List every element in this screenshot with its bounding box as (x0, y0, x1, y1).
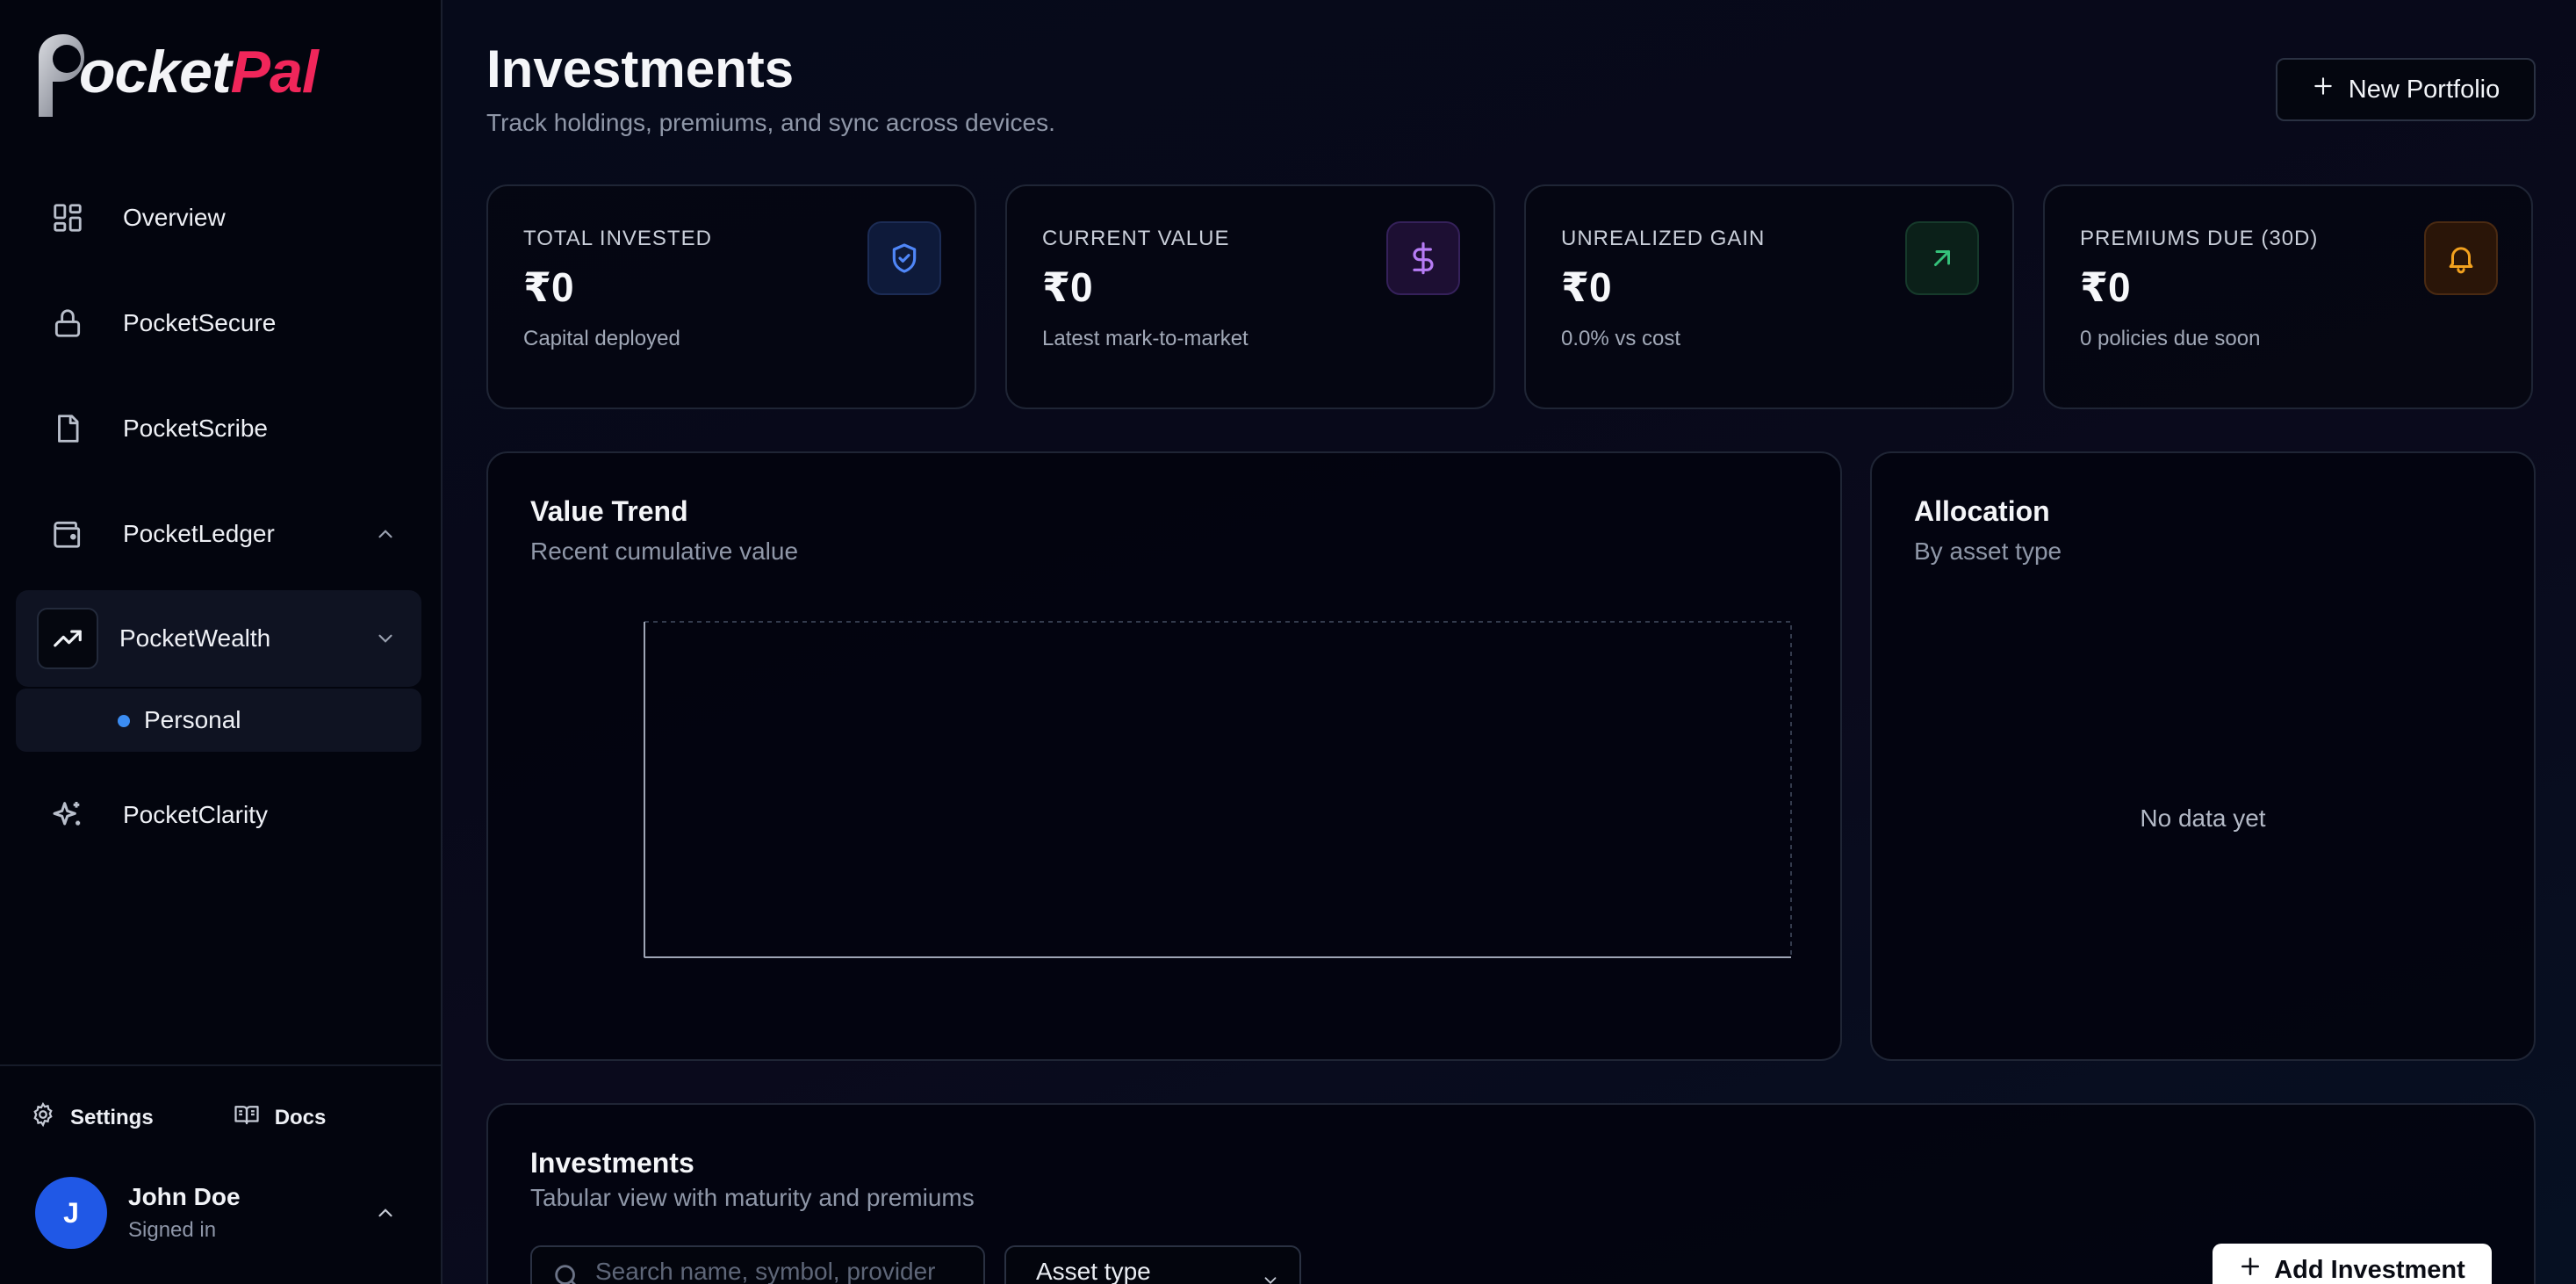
investments-panel: Investments Tabular view with maturity a… (486, 1103, 2536, 1284)
trending-up-icon (37, 608, 98, 669)
panel-subtitle: By asset type (1914, 537, 2062, 565)
stat-value: ₹0 (1561, 264, 1612, 310)
shield-check-icon (867, 221, 941, 295)
new-portfolio-button[interactable]: New Portfolio (2276, 58, 2536, 121)
active-dot (118, 715, 130, 727)
logo-mark-icon (32, 32, 84, 117)
stat-label: PREMIUMS DUE (30D) (2080, 227, 2319, 250)
sidebar-item-label: PocketSecure (123, 309, 277, 336)
sidebar: ocketPal Overview PocketSecure PocketScr… (0, 0, 443, 1284)
dollar-icon (1386, 221, 1460, 295)
avatar: J (35, 1177, 107, 1249)
add-investment-label: Add Investment (2274, 1255, 2465, 1284)
logo-text: ocketPal (79, 39, 319, 105)
settings-link[interactable]: Settings (30, 1101, 154, 1134)
search-input[interactable] (530, 1245, 985, 1284)
sidebar-item-overview[interactable]: Overview (16, 169, 421, 267)
value-trend-chart (644, 621, 1792, 958)
panel-subtitle: Tabular view with maturity and premiums (530, 1184, 975, 1211)
stat-label: TOTAL INVESTED (523, 227, 712, 250)
sidebar-item-pocketclarity[interactable]: PocketClarity (16, 766, 421, 864)
sidebar-item-label: PocketScribe (123, 415, 268, 442)
panel-title: Allocation (1914, 495, 2050, 527)
new-portfolio-label: New Portfolio (2348, 75, 2500, 104)
stat-card-current-value: CURRENT VALUE ₹0 Latest mark-to-market (1005, 184, 1495, 409)
search-icon (551, 1261, 581, 1284)
sidebar-subitem-label: Personal (144, 706, 241, 733)
sidebar-item-pocketscribe[interactable]: PocketScribe (16, 379, 421, 478)
stat-value: ₹0 (1042, 264, 1093, 310)
chart-plot-area (644, 621, 1792, 958)
plus-icon (2312, 75, 2335, 105)
chevron-up-icon[interactable] (374, 1201, 397, 1224)
page-title: Investments (486, 40, 795, 98)
sidebar-nav: Overview PocketSecure PocketScribe Pocke… (16, 169, 421, 871)
sidebar-item-pocketledger[interactable]: PocketLedger (16, 485, 421, 583)
sidebar-item-label: PocketWealth (119, 624, 271, 652)
file-icon (49, 410, 86, 447)
sidebar-item-pocketwealth[interactable]: PocketWealth (16, 590, 421, 687)
sidebar-footer: Settings Docs J John Doe Signed in (0, 1064, 441, 1284)
asset-type-label: Asset type (1036, 1258, 1151, 1284)
chevron-down-icon (1261, 1268, 1280, 1284)
value-trend-panel: Value Trend Recent cumulative value (486, 451, 1842, 1061)
add-investment-button[interactable]: Add Investment (2213, 1244, 2492, 1284)
sidebar-item-label: PocketLedger (123, 520, 275, 547)
sidebar-subitem-personal[interactable]: Personal (16, 689, 421, 752)
plus-icon (2239, 1255, 2262, 1284)
stat-card-premiums-due: PREMIUMS DUE (30D) ₹0 0 policies due soo… (2043, 184, 2533, 409)
app-logo[interactable]: ocketPal (32, 28, 319, 117)
docs-label: Docs (274, 1105, 327, 1129)
stat-detail: 0 policies due soon (2080, 327, 2261, 350)
chevron-up-icon[interactable] (374, 523, 397, 545)
stat-label: CURRENT VALUE (1042, 227, 1230, 250)
gear-icon (30, 1101, 56, 1134)
arrow-up-right-icon (1905, 221, 1979, 295)
stat-value: ₹0 (523, 264, 574, 310)
empty-state-text: No data yet (2140, 804, 2266, 832)
stat-detail: Capital deployed (523, 327, 680, 350)
sidebar-item-pocketsecure[interactable]: PocketSecure (16, 274, 421, 372)
docs-link[interactable]: Docs (233, 1101, 327, 1134)
user-status: Signed in (128, 1218, 217, 1242)
sidebar-item-label: PocketClarity (123, 801, 268, 828)
chevron-down-icon[interactable] (374, 627, 397, 650)
bell-icon (2424, 221, 2498, 295)
sparkles-icon (49, 797, 86, 833)
stat-card-total-invested: TOTAL INVESTED ₹0 Capital deployed (486, 184, 976, 409)
stat-label: UNREALIZED GAIN (1561, 227, 1766, 250)
main-content: Investments Track holdings, premiums, an… (443, 0, 2576, 1284)
grid-icon (49, 199, 86, 236)
asset-type-select[interactable]: Asset type (1004, 1245, 1301, 1284)
allocation-panel: Allocation By asset type No data yet (1870, 451, 2536, 1061)
sidebar-item-label: Overview (123, 204, 226, 231)
panel-title: Investments (530, 1147, 694, 1179)
user-profile[interactable]: J John Doe Signed in (35, 1177, 241, 1249)
stat-value: ₹0 (2080, 264, 2131, 310)
stat-detail: 0.0% vs cost (1561, 327, 1681, 350)
wallet-icon (49, 516, 86, 552)
stat-detail: Latest mark-to-market (1042, 327, 1248, 350)
settings-label: Settings (70, 1105, 154, 1129)
user-name: John Doe (128, 1183, 241, 1210)
stat-card-unrealized-gain: UNREALIZED GAIN ₹0 0.0% vs cost (1524, 184, 2014, 409)
lock-icon (49, 305, 86, 342)
book-open-icon (233, 1101, 261, 1134)
page-subtitle: Track holdings, premiums, and sync acros… (486, 109, 1055, 136)
